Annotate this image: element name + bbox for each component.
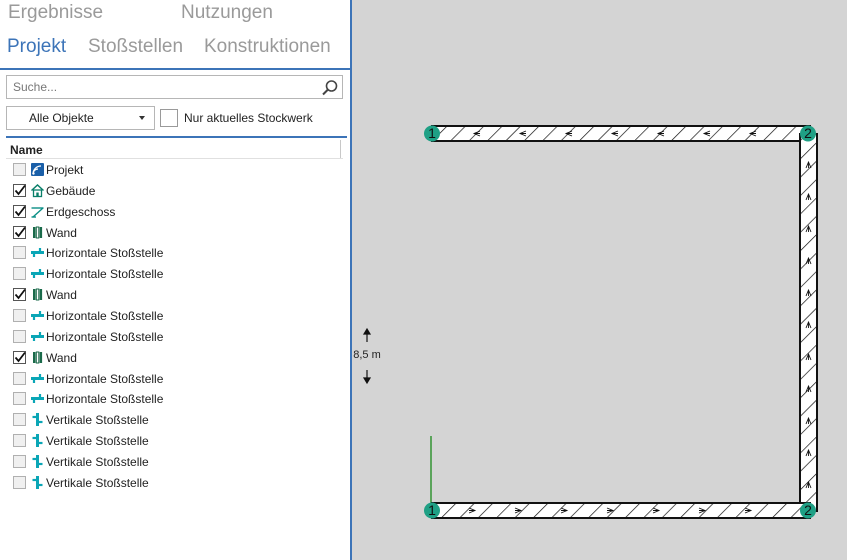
tree-item-label: Vertikale Stoßstelle — [46, 413, 149, 428]
current-floor-checkbox[interactable] — [160, 109, 178, 127]
column-separator[interactable] — [340, 140, 341, 158]
wall-icon — [30, 225, 45, 240]
plan-canvas[interactable]: 1 2 1 2 8,5 m — [352, 0, 847, 560]
visibility-checkbox[interactable] — [13, 204, 26, 218]
visibility-checkbox[interactable] — [13, 350, 26, 364]
search-icon[interactable] — [320, 78, 340, 98]
tab-ergebnisse[interactable]: Ergebnisse — [8, 2, 103, 24]
object-panel: Ergebnisse Nutzungen Projekt Stoßstellen… — [0, 0, 350, 560]
tree-item-label: Vertikale Stoßstelle — [46, 475, 149, 490]
node-label: 2 — [804, 125, 812, 141]
list-top-border — [6, 136, 347, 138]
tree-item-label: Vertikale Stoßstelle — [46, 454, 149, 469]
search-input[interactable] — [7, 76, 323, 98]
tree-item-label: Horizontale Stoßstelle — [46, 267, 164, 282]
visibility-checkbox[interactable] — [13, 163, 26, 176]
visibility-checkbox[interactable] — [13, 434, 26, 448]
node-label: 1 — [428, 125, 436, 141]
tree-item[interactable]: Wand — [0, 285, 350, 305]
column-header-name[interactable]: Name — [10, 143, 43, 157]
tree-item-label: Vertikale Stoßstelle — [46, 434, 149, 449]
tree-item-label: Horizontale Stoßstelle — [46, 329, 164, 344]
chevron-down-icon — [139, 116, 145, 120]
header-divider — [6, 158, 343, 159]
tab-konstruktionen[interactable]: Konstruktionen — [204, 36, 331, 58]
horizontal-junction-icon — [30, 245, 45, 260]
tree-item[interactable]: Projekt — [0, 160, 350, 180]
vertical-junction-icon — [30, 412, 45, 427]
object-filter-value: Alle Objekte — [29, 111, 94, 125]
vertical-junction-icon — [30, 454, 45, 469]
dimension-label: 8,5 m — [353, 349, 381, 361]
tree-item[interactable]: Horizontale Stoßstelle — [0, 327, 350, 347]
wall-direction-arrows — [468, 130, 812, 514]
tab-nutzungen[interactable]: Nutzungen — [181, 2, 273, 24]
tree-item-label: Horizontale Stoßstelle — [46, 371, 164, 386]
project-icon — [30, 162, 45, 177]
wall-icon — [30, 287, 45, 302]
tree-item-label: Horizontale Stoßstelle — [46, 392, 164, 407]
tab-row-bottom: Projekt Stoßstellen Konstruktionen — [0, 34, 350, 68]
tree-item-label: Wand — [46, 350, 77, 365]
vertical-junction-icon — [30, 475, 45, 490]
tree-item[interactable]: Vertikale Stoßstelle — [0, 452, 350, 472]
tree-item-label: Projekt — [46, 163, 84, 177]
tree-item[interactable]: Erdgeschoss — [0, 202, 350, 222]
tab-row-top: Ergebnisse Nutzungen — [0, 0, 350, 34]
vertical-junction-icon — [30, 433, 45, 448]
visibility-checkbox[interactable] — [13, 371, 26, 385]
visibility-checkbox[interactable] — [13, 454, 26, 468]
tab-underline — [0, 68, 350, 70]
wall-bottom[interactable] — [431, 502, 811, 519]
tree-item[interactable]: Vertikale Stoßstelle — [0, 473, 350, 493]
tree-item[interactable]: Vertikale Stoßstelle — [0, 410, 350, 430]
visibility-checkbox[interactable] — [13, 413, 26, 427]
tree-item-label: Horizontale Stoßstelle — [46, 246, 164, 261]
tree-item[interactable]: Horizontale Stoßstelle — [0, 369, 350, 389]
object-filter-dropdown[interactable]: Alle Objekte — [6, 106, 155, 130]
tab-stossstellen[interactable]: Stoßstellen — [88, 36, 183, 58]
visibility-checkbox[interactable] — [13, 475, 26, 489]
horizontal-junction-icon — [30, 329, 45, 344]
tree-item[interactable]: Horizontale Stoßstelle — [0, 389, 350, 409]
visibility-checkbox[interactable] — [13, 246, 26, 260]
tree-item[interactable]: Wand — [0, 348, 350, 368]
visibility-checkbox[interactable] — [13, 267, 26, 281]
tree-item-label: Gebäude — [46, 183, 96, 198]
tree-item[interactable]: Horizontale Stoßstelle — [0, 264, 350, 284]
horizontal-junction-icon — [30, 371, 45, 386]
visibility-checkbox[interactable] — [13, 329, 26, 343]
tree-item[interactable]: Horizontale Stoßstelle — [0, 306, 350, 326]
tree-item-label: Horizontale Stoßstelle — [46, 308, 164, 323]
node-label: 2 — [804, 502, 812, 518]
visibility-checkbox[interactable] — [13, 392, 26, 406]
visibility-checkbox[interactable] — [13, 225, 26, 239]
tree-item-label: Wand — [46, 288, 77, 303]
visibility-checkbox[interactable] — [13, 183, 26, 197]
horizontal-junction-icon — [30, 391, 45, 406]
floor-plan-drawing: 1 2 1 2 — [362, 125, 818, 519]
tree-item-label: Wand — [46, 225, 77, 240]
visibility-checkbox[interactable] — [13, 308, 26, 322]
node-label: 1 — [428, 502, 436, 518]
tree-item-label: Erdgeschoss — [46, 204, 116, 219]
horizontal-junction-icon — [30, 266, 45, 281]
visibility-checkbox[interactable] — [13, 288, 26, 302]
tree-item[interactable]: Wand — [0, 223, 350, 243]
search-box — [6, 75, 343, 99]
building-icon — [30, 183, 45, 198]
current-floor-label: Nur aktuelles Stockwerk — [184, 111, 313, 125]
tab-projekt[interactable]: Projekt — [7, 36, 66, 58]
tree-item[interactable]: Horizontale Stoßstelle — [0, 243, 350, 263]
tree-item[interactable]: Vertikale Stoßstelle — [0, 431, 350, 451]
horizontal-junction-icon — [30, 308, 45, 323]
tree-item[interactable]: Gebäude — [0, 181, 350, 201]
floor-icon — [30, 204, 45, 219]
wall-icon — [30, 350, 45, 365]
